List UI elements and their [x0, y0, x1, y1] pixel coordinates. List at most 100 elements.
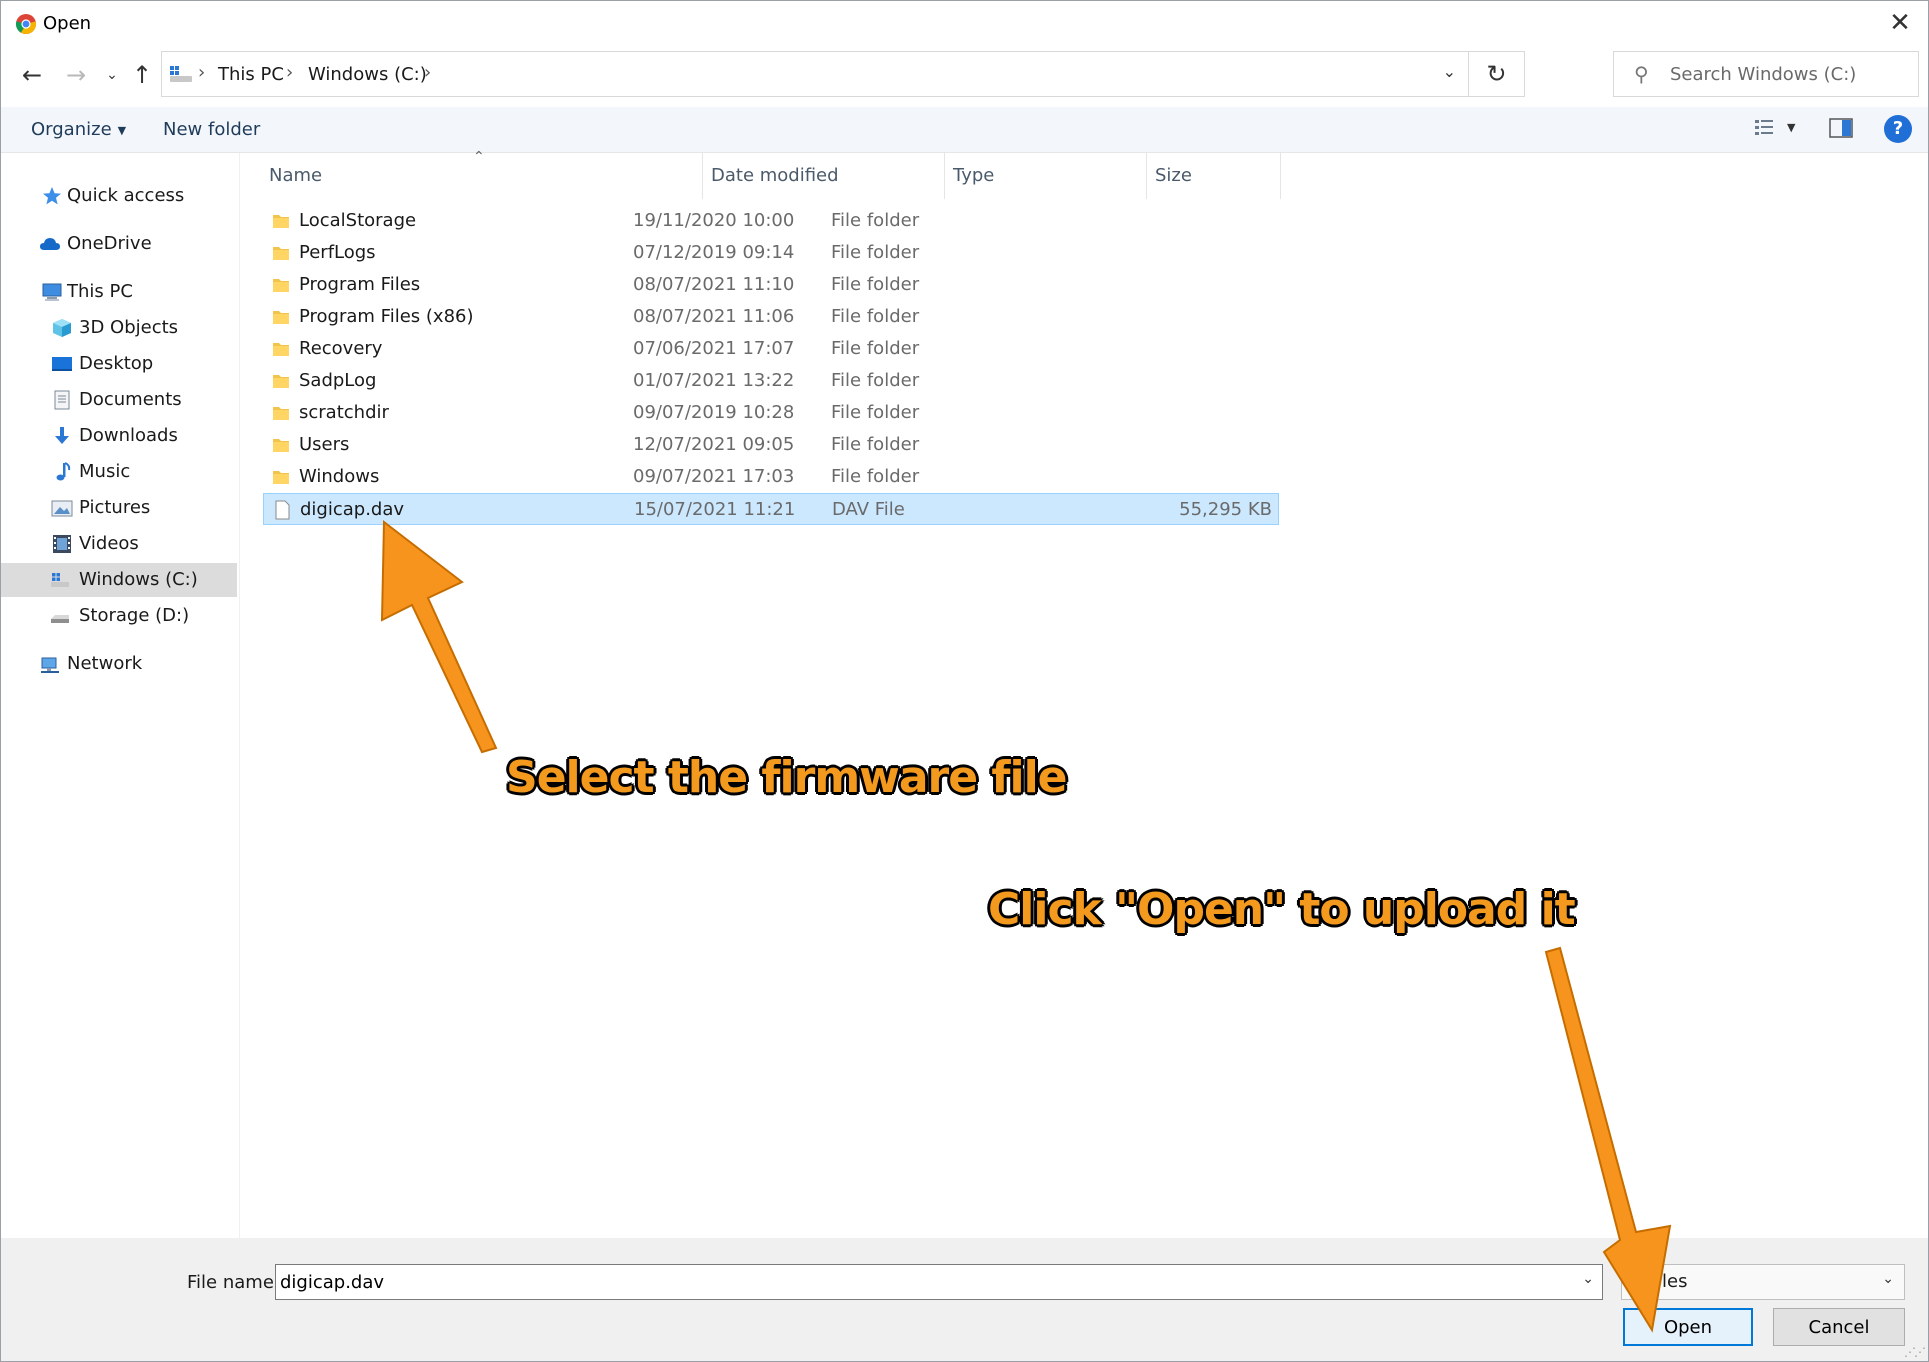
file-name: Program Files — [299, 274, 421, 295]
file-type: File folder — [831, 466, 920, 487]
file-name: Program Files (x86) — [299, 306, 474, 327]
organize-button[interactable]: Organize ▼ — [31, 119, 126, 140]
file-type-select[interactable]: les ⌄ — [1621, 1264, 1905, 1300]
file-row[interactable]: Program Files (x86) 08/07/2021 11:06 Fil… — [263, 301, 1279, 333]
file-row[interactable]: Recovery 07/06/2021 17:07 File folder — [263, 333, 1279, 365]
file-row[interactable]: PerfLogs 07/12/2019 09:14 File folder — [263, 237, 1279, 269]
file-date: 07/06/2021 17:07 — [633, 338, 795, 359]
file-name: SadpLog — [299, 370, 377, 391]
file-row[interactable]: SadpLog 01/07/2021 13:22 File folder — [263, 365, 1279, 397]
file-row[interactable]: Users 12/07/2021 09:05 File folder — [263, 429, 1279, 461]
nav-item-downloads[interactable]: Downloads — [1, 419, 237, 453]
nav-item-music[interactable]: Music — [1, 455, 237, 489]
open-button[interactable]: Open — [1623, 1308, 1753, 1346]
address-history-dropdown[interactable]: ⌄ — [1443, 62, 1456, 81]
nav-label: Pictures — [79, 497, 151, 518]
download-icon — [55, 427, 69, 444]
file-date: 12/07/2021 09:05 — [633, 434, 795, 455]
music-icon — [56, 462, 71, 481]
resize-grip-icon[interactable]: ⋰⋰ — [1904, 1345, 1926, 1359]
file-row-selected[interactable]: digicap.dav 15/07/2021 11:21 DAV File 55… — [263, 493, 1279, 525]
nav-item-documents[interactable]: Documents — [1, 383, 237, 417]
file-type-value: les — [1662, 1271, 1688, 1292]
view-options-icon[interactable] — [1753, 117, 1775, 139]
file-row[interactable]: Program Files 08/07/2021 11:10 File fold… — [263, 269, 1279, 301]
new-folder-button[interactable]: New folder — [163, 119, 260, 140]
address-box[interactable]: › This PC › Windows (C:) › ⌄ ↻ — [161, 51, 1525, 97]
nav-item-desktop[interactable]: Desktop — [1, 347, 237, 381]
nav-item-network[interactable]: Network — [1, 647, 237, 681]
nav-label: This PC — [67, 281, 133, 302]
star-icon — [43, 187, 61, 205]
nav-item-3d-objects[interactable]: 3D Objects — [1, 311, 237, 345]
file-list: ⌃ Name Date modified Type Size LocalStor… — [241, 149, 1928, 1238]
breadcrumb-windows-c[interactable]: Windows (C:) — [308, 64, 427, 85]
nav-item-videos[interactable]: Videos — [1, 527, 237, 561]
file-row[interactable]: scratchdir 09/07/2019 10:28 File folder — [263, 397, 1279, 429]
file-date: 15/07/2021 11:21 — [634, 499, 796, 520]
preview-pane-icon[interactable] — [1829, 117, 1853, 139]
forward-button[interactable]: → — [61, 57, 91, 93]
file-date: 19/11/2020 10:00 — [633, 210, 795, 231]
folder-icon — [273, 247, 289, 260]
help-icon[interactable]: ? — [1884, 115, 1912, 143]
folder-icon — [273, 375, 289, 388]
chevron-down-icon: ⌄ — [1442, 62, 1456, 81]
file-row[interactable]: Windows 09/07/2021 17:03 File folder — [263, 461, 1279, 493]
back-button[interactable]: ← — [17, 57, 47, 93]
search-input[interactable] — [1670, 60, 1910, 88]
nav-item-windows-c[interactable]: Windows (C:) — [1, 563, 237, 597]
chevron-down-icon[interactable]: ⌄ — [1582, 1271, 1594, 1287]
nav-item-onedrive[interactable]: OneDrive — [1, 227, 237, 261]
nav-label: Windows (C:) — [79, 569, 198, 590]
file-type: File folder — [831, 210, 920, 231]
file-date: 08/07/2021 11:06 — [633, 306, 795, 327]
file-type: File folder — [831, 306, 920, 327]
nav-label: Music — [79, 461, 131, 482]
pane-divider[interactable] — [239, 153, 240, 1238]
caret-down-icon: ▼ — [117, 123, 127, 137]
nav-label: Downloads — [79, 425, 178, 446]
file-type: File folder — [831, 370, 920, 391]
nav-item-storage-d[interactable]: Storage (D:) — [1, 599, 237, 633]
file-date: 09/07/2019 10:28 — [633, 402, 795, 423]
dialog-title: Open — [43, 13, 92, 34]
column-header-date-modified[interactable]: Date modified — [703, 153, 945, 199]
file-name: digicap.dav — [300, 499, 405, 520]
back-arrow-icon: ← — [21, 61, 43, 89]
breadcrumb-this-pc[interactable]: This PC — [218, 64, 284, 85]
column-header-label: Size — [1155, 165, 1192, 186]
up-button[interactable]: ↑ — [127, 57, 157, 93]
nav-item-pictures[interactable]: Pictures — [1, 491, 237, 525]
nav-item-quick-access[interactable]: Quick access — [1, 179, 237, 213]
nav-label: 3D Objects — [79, 317, 179, 338]
column-header-name[interactable]: Name — [261, 153, 703, 199]
column-header-label: Type — [953, 165, 995, 186]
folder-icon — [273, 215, 289, 228]
file-type: File folder — [831, 242, 920, 263]
file-name: LocalStorage — [299, 210, 417, 231]
file-row[interactable]: LocalStorage 19/11/2020 10:00 File folde… — [263, 205, 1279, 237]
file-name-combobox[interactable]: ⌄ — [275, 1264, 1603, 1300]
desktop-icon — [52, 357, 72, 371]
navigation-pane: Quick access OneDrive This PC 3D Objects… — [1, 153, 239, 1238]
new-folder-label: New folder — [163, 119, 261, 140]
recent-locations-button[interactable]: ⌄ — [97, 57, 127, 93]
refresh-button[interactable]: ↻ — [1468, 52, 1524, 96]
file-type: DAV File — [832, 499, 905, 520]
cancel-button[interactable]: Cancel — [1773, 1308, 1905, 1346]
column-header-size[interactable]: Size — [1147, 153, 1281, 199]
annotation-click-open: Click "Open" to upload it — [988, 884, 1576, 935]
search-box[interactable]: ⚲ — [1613, 51, 1919, 97]
nav-item-this-pc[interactable]: This PC — [1, 275, 237, 309]
file-size: 55,295 KB — [1179, 499, 1272, 520]
breadcrumb-separator-icon: › — [198, 62, 206, 83]
view-dropdown-caret-icon[interactable]: ▼ — [1787, 121, 1795, 134]
column-header-label: Date modified — [711, 165, 839, 186]
file-name: PerfLogs — [299, 242, 376, 263]
breadcrumb-separator-icon: › — [424, 62, 432, 83]
pictures-icon — [51, 500, 73, 517]
column-header-type[interactable]: Type — [945, 153, 1147, 199]
close-button[interactable]: ✕ — [1882, 5, 1918, 41]
file-name-input[interactable] — [280, 1269, 1560, 1295]
